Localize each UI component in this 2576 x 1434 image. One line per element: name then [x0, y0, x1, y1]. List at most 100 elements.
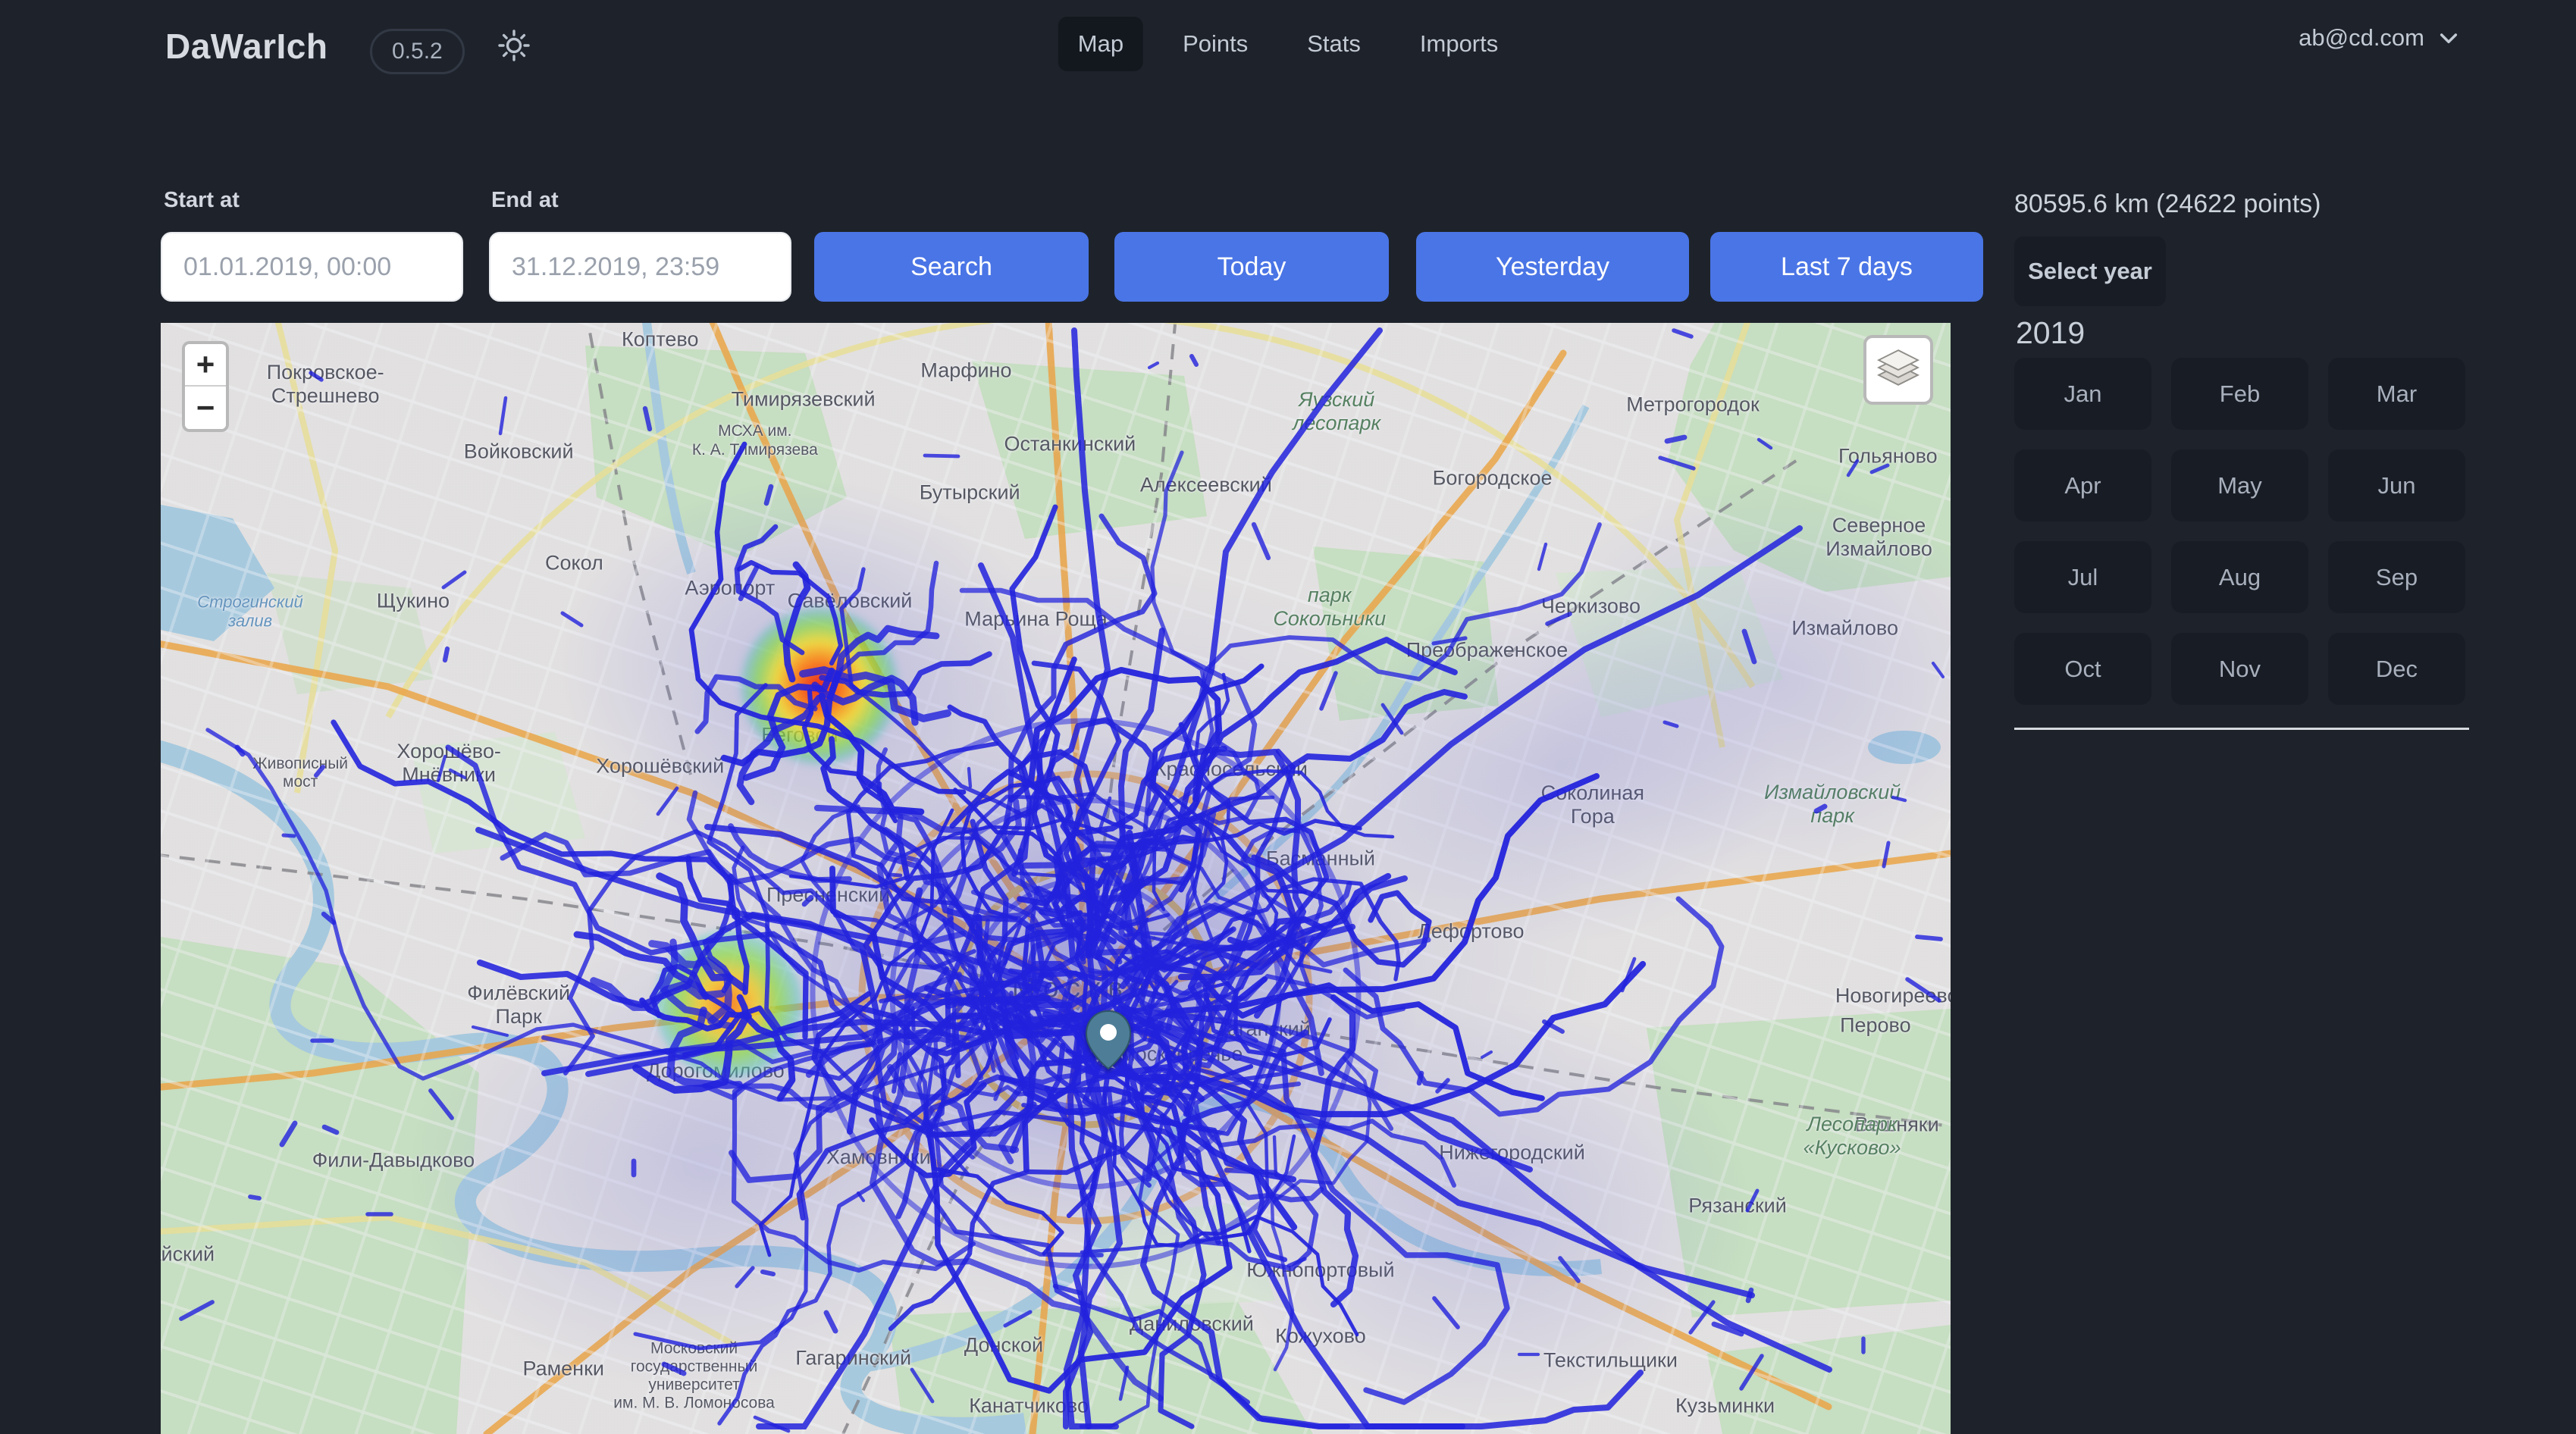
map-place-label: Филёвский Парк: [467, 982, 570, 1029]
month-button-oct[interactable]: Oct: [2014, 633, 2151, 705]
user-menu[interactable]: ab@cd.com: [2299, 24, 2461, 52]
map-container[interactable]: Покровское- Стрешнево Коптево Марфино Тимир…: [161, 323, 1951, 1434]
map-place-label: Хорошёво- Мнёвники: [396, 739, 500, 786]
map-place-label: Щукино: [377, 589, 450, 612]
map-place-label: Яузский лесопарк: [1293, 388, 1380, 435]
map-place-label: Соколиная Гора: [1541, 781, 1644, 828]
map-place-label: Марьина Роща: [964, 608, 1107, 631]
app-logo[interactable]: DaWarIch: [165, 26, 327, 67]
month-button-aug[interactable]: Aug: [2171, 541, 2308, 613]
map-place-label: парк Сокольники: [1273, 584, 1386, 631]
map-place-label: Савёловский: [788, 589, 913, 612]
map-place-label: Алексеевский: [1140, 474, 1272, 497]
location-pin[interactable]: [1085, 1010, 1132, 1070]
map-place-label: Замоскворечье: [1098, 1042, 1243, 1066]
map-place-label: Хорошёвский: [596, 754, 724, 778]
sun-icon: [496, 27, 532, 64]
nav-tab-points[interactable]: Points: [1163, 17, 1268, 71]
month-button-apr[interactable]: Apr: [2014, 449, 2151, 521]
month-button-jul[interactable]: Jul: [2014, 541, 2151, 613]
map-place-label: Красносельский: [1155, 758, 1308, 781]
map-place-label: Измайлово: [1791, 617, 1898, 640]
nav-tab-imports[interactable]: Imports: [1400, 17, 1518, 71]
map-place-label: Текстильщики: [1543, 1349, 1678, 1373]
map-place-label: МСХА им. К. А. Тимирязева: [692, 422, 818, 459]
map-place-label: Южнопортовый: [1246, 1259, 1394, 1282]
months-grid: Jan Feb Mar Apr May Jun Jul Aug Sep Oct …: [2014, 358, 2465, 705]
map-place-label: Новогиреево: [1835, 985, 1951, 1008]
year-heading: 2019: [2016, 315, 2085, 351]
map-place-label: Измайловский парк: [1764, 781, 1901, 828]
map-place-label: Рязанский: [1688, 1194, 1787, 1218]
map-place-label: Басманный: [1266, 847, 1375, 870]
select-year-button[interactable]: Select year: [2014, 236, 2166, 306]
map-place-label: Раменки: [522, 1357, 604, 1380]
map-place-label: Даниловский: [1130, 1312, 1254, 1335]
map-place-label: Лефортово: [1418, 920, 1525, 944]
map-place-label: Нижегородский: [1439, 1141, 1585, 1165]
map-place-label: Кожухово: [1275, 1324, 1366, 1348]
map-place-label: Пресненский: [766, 883, 890, 906]
map-place-label: Таганский: [1216, 1018, 1311, 1041]
filter-controls: Start at End at Search Today Yesterday L…: [161, 185, 1983, 314]
map-place-label: Канатчиково: [969, 1395, 1089, 1418]
map-place-label: Перово: [1840, 1013, 1911, 1037]
map-place-label: Войковский: [464, 440, 574, 464]
last-7-days-button[interactable]: Last 7 days: [1710, 232, 1983, 302]
month-button-jun[interactable]: Jun: [2328, 449, 2465, 521]
map-minor-roads: [161, 323, 1951, 1434]
map-place-label: Гагаринский: [795, 1347, 911, 1370]
yesterday-button[interactable]: Yesterday: [1416, 232, 1689, 302]
map-place-label: Останкинский: [1004, 432, 1136, 456]
layers-icon: [1872, 343, 1925, 396]
main-nav: Map Points Stats Imports: [1058, 17, 1518, 71]
map-place-label: Преображенское: [1406, 639, 1568, 662]
sidebar-divider: [2014, 728, 2469, 730]
theme-toggle-button[interactable]: [491, 23, 537, 68]
end-date-input[interactable]: [489, 232, 791, 302]
app-header: DaWarIch 0.5.2 Map Points Stats Imports …: [0, 0, 2576, 91]
user-email: ab@cd.com: [2299, 24, 2424, 52]
map-zoom-control: + −: [182, 341, 229, 432]
month-button-jan[interactable]: Jan: [2014, 358, 2151, 430]
nav-tab-stats[interactable]: Stats: [1287, 17, 1380, 71]
chevron-down-icon: [2437, 26, 2461, 50]
start-date-input[interactable]: [161, 232, 463, 302]
map-place-label: Дорогомилово: [647, 1059, 785, 1082]
map-place-label: Аэропорт: [685, 577, 775, 600]
heatmap-haze: [161, 323, 1951, 1434]
month-button-nov[interactable]: Nov: [2171, 633, 2308, 705]
month-button-mar[interactable]: Mar: [2328, 358, 2465, 430]
map-place-label: Коптево: [622, 327, 699, 351]
distance-stats: 80595.6 km (24622 points): [2014, 189, 2321, 219]
month-button-feb[interactable]: Feb: [2171, 358, 2308, 430]
end-at-label: End at: [491, 188, 559, 213]
map-layers-control[interactable]: [1863, 335, 1933, 405]
month-button-may[interactable]: May: [2171, 449, 2308, 521]
map-base-tiles: [161, 323, 1951, 1434]
map-place-label: Донской: [964, 1333, 1043, 1357]
nav-tab-map[interactable]: Map: [1058, 17, 1143, 71]
map-place-label: Строгинский залив: [197, 593, 303, 631]
map-place-label: Беговой: [761, 723, 838, 747]
map-place-label: айский: [161, 1242, 215, 1266]
map-place-label: Сокол: [545, 551, 603, 575]
map-place-label: Метрогородок: [1626, 393, 1760, 417]
zoom-out-button[interactable]: −: [185, 387, 226, 429]
heatmap-hotspot: [741, 608, 898, 764]
map-place-label: Бутырский: [920, 481, 1020, 505]
map-place-label: Живописный мост: [252, 755, 348, 791]
map-place-label: Марфино: [920, 359, 1011, 383]
today-button[interactable]: Today: [1114, 232, 1389, 302]
map-place-label: Северное Измайлово: [1825, 514, 1932, 561]
map-place-label: Тимирязевский: [732, 388, 876, 412]
map-place-label: Фили-Давыдково: [312, 1149, 475, 1173]
year-sidebar: 80595.6 km (24622 points) Select year 20…: [2014, 185, 2494, 1428]
map-place-label: Московский государственный университет и…: [613, 1339, 775, 1413]
map-place-label: Покровское- Стрешнево: [267, 361, 384, 408]
month-button-sep[interactable]: Sep: [2328, 541, 2465, 613]
search-button[interactable]: Search: [814, 232, 1089, 302]
month-button-dec[interactable]: Dec: [2328, 633, 2465, 705]
zoom-in-button[interactable]: +: [185, 344, 226, 387]
map-place-label: Богородское: [1433, 467, 1553, 490]
